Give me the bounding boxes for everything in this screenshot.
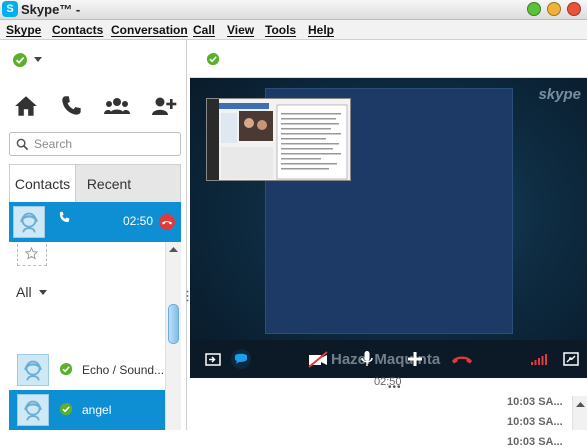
signal-strength-icon [531, 354, 547, 365]
add-contact-icon[interactable] [151, 94, 177, 118]
fullscreen-icon[interactable] [562, 350, 580, 368]
search-input[interactable] [34, 136, 174, 152]
list-item[interactable]: Echo / Sound... [9, 350, 165, 390]
window-title: Skype™ - [21, 2, 81, 17]
close-button[interactable] [567, 2, 581, 16]
star-icon [25, 247, 38, 260]
default-avatar-icon [24, 360, 42, 381]
search-icon [16, 138, 29, 151]
left-pane: Contacts Recent 02:50 All [0, 40, 189, 430]
title-bar: S Skype™ - [0, 0, 587, 20]
chevron-down-icon[interactable] [39, 290, 47, 295]
tab-contacts[interactable]: Contacts [10, 165, 76, 203]
call-controls-bar: Hazel Maquinta [190, 340, 587, 378]
home-icon[interactable] [13, 94, 39, 118]
menu-call[interactable]: Call [193, 23, 215, 37]
self-view-preview[interactable] [206, 98, 351, 181]
quick-actions [0, 92, 187, 122]
message-timestamp: 10:03 SA... [507, 436, 563, 448]
video-off-icon[interactable] [307, 350, 329, 368]
conversation-header [190, 40, 587, 78]
online-status-icon [59, 362, 73, 376]
pane-splitter-handle[interactable] [186, 290, 189, 302]
contact-list-scrollbar[interactable] [165, 242, 181, 430]
message-timestamp: 10:03 SA... [507, 396, 563, 408]
message-timestamp: 10:03 SA... [507, 416, 563, 428]
add-icon[interactable] [406, 350, 424, 368]
skype-logo-icon: S [2, 1, 18, 17]
maximize-button[interactable] [547, 2, 561, 16]
online-status-icon [59, 402, 73, 416]
phone-icon[interactable] [59, 94, 85, 118]
phone-icon [59, 211, 70, 223]
avatar [17, 354, 49, 386]
scroll-up-icon[interactable] [166, 242, 181, 258]
contact-name: Echo / Sound... [82, 363, 165, 377]
resize-handle-icon[interactable]: ••• [388, 382, 402, 393]
menu-contacts[interactable]: Contacts [52, 23, 103, 37]
menu-conversation[interactable]: Conversation [111, 23, 188, 37]
hangup-icon[interactable] [450, 350, 474, 368]
avatar [13, 206, 45, 238]
online-status-icon [13, 53, 27, 67]
video-call-area[interactable]: skype Hazel Maquinta [190, 78, 587, 378]
tab-recent[interactable]: Recent [76, 165, 142, 203]
menu-bar: Skype Contacts Conversation Call View To… [0, 20, 587, 40]
default-avatar-icon [20, 212, 38, 233]
search-box [9, 132, 181, 156]
scrollbar-thumb[interactable] [168, 304, 179, 344]
exit-fullscreen-icon[interactable] [204, 350, 222, 368]
default-avatar-icon [24, 400, 42, 421]
menu-skype[interactable]: Skype [6, 23, 41, 37]
call-duration: 02:50 [122, 214, 153, 228]
menu-view[interactable]: View [227, 23, 254, 37]
end-call-button[interactable] [159, 214, 175, 230]
hangup-icon [162, 221, 172, 225]
group-label[interactable]: All [16, 284, 32, 300]
contact-name: angel [82, 403, 112, 417]
skype-watermark: skype [538, 86, 581, 103]
menu-help[interactable]: Help [308, 23, 334, 37]
favorites-placeholder [17, 244, 47, 266]
screen-thumbnail [207, 99, 350, 180]
chevron-down-icon [34, 57, 42, 62]
conversation-pane: skype Hazel Maquinta 02:50 ••• 10:03 SA.… [190, 40, 587, 448]
chat-icon[interactable] [230, 348, 252, 370]
online-status-icon [206, 52, 220, 66]
my-status-selector[interactable] [12, 52, 52, 70]
list-item[interactable]: angel [9, 390, 165, 430]
chat-scrollbar[interactable] [572, 396, 587, 430]
list-tabs: Contacts Recent [9, 164, 181, 203]
contact-list: All Echo / Sound... angel [9, 242, 165, 430]
scroll-up-icon[interactable] [573, 398, 587, 410]
minimize-button[interactable] [527, 2, 541, 16]
active-call-item[interactable]: 02:50 [9, 202, 181, 242]
group-icon[interactable] [104, 94, 130, 118]
avatar [17, 394, 49, 426]
menu-tools[interactable]: Tools [265, 23, 296, 37]
microphone-icon[interactable] [358, 350, 376, 368]
